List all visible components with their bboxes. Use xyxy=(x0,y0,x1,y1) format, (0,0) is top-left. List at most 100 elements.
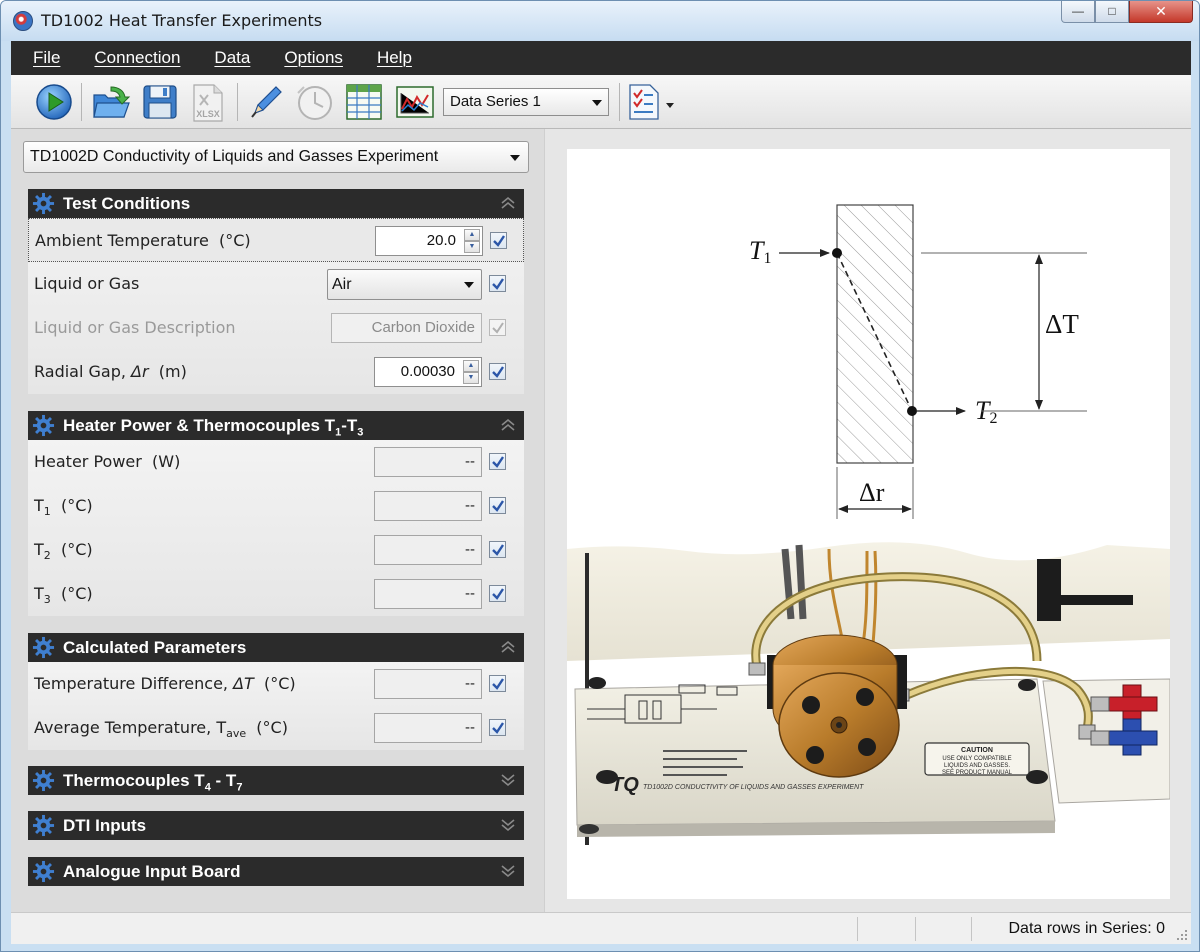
t3-row: T3 (°C) -- xyxy=(28,572,524,616)
menu-help[interactable]: Help xyxy=(356,48,425,68)
chevron-up-icon xyxy=(501,418,515,431)
radial-gap-checkbox[interactable] xyxy=(489,363,506,380)
graph-view-button[interactable] xyxy=(395,83,434,121)
table-view-button[interactable] xyxy=(345,83,383,121)
checkmark-icon xyxy=(492,500,504,512)
timer-button[interactable] xyxy=(294,83,332,121)
liquid-or-gas-checkbox[interactable] xyxy=(489,275,506,292)
section-thermocouples-4-7-header[interactable]: Thermocouples T4 - T7 xyxy=(28,766,524,795)
delta-t-label: ΔT xyxy=(1045,309,1079,339)
t3-checkbox[interactable] xyxy=(489,585,506,602)
resize-grip-icon[interactable] xyxy=(1175,928,1189,942)
temperature-difference-label: Temperature Difference, ΔT (°C) xyxy=(34,674,296,693)
toolbar: XLSX Data Series 1 xyxy=(11,75,1191,129)
tq-logo: TQ xyxy=(611,774,639,796)
chevron-up-icon xyxy=(501,196,515,209)
foot xyxy=(1018,679,1036,691)
maximize-button[interactable]: □ xyxy=(1095,1,1129,23)
toolbar-separator xyxy=(237,83,238,121)
average-temperature-label: Average Temperature, Tave (°C) xyxy=(34,718,288,741)
radial-gap-input[interactable]: 0.00030 ▲ ▼ xyxy=(374,357,482,387)
t2-checkbox[interactable] xyxy=(489,541,506,558)
ambient-temperature-checkbox[interactable] xyxy=(490,232,507,249)
gear-icon xyxy=(32,414,55,437)
menu-options[interactable]: Options xyxy=(263,48,356,68)
caution-title: CAUTION xyxy=(961,747,993,754)
t1-point xyxy=(832,248,842,258)
checklist-button[interactable] xyxy=(626,83,678,121)
apparatus-illustration: TQ TD1002D CONDUCTIVITY OF LIQUIDS AND G… xyxy=(567,542,1170,845)
open-button[interactable] xyxy=(91,83,131,121)
start-button[interactable] xyxy=(35,83,73,121)
delta-r-label: Δr xyxy=(859,478,885,507)
spin-down-icon[interactable]: ▼ xyxy=(464,241,480,253)
chevron-down-icon xyxy=(501,865,515,878)
section-title: Test Conditions xyxy=(63,194,191,213)
section-calculated-header[interactable]: Calculated Parameters xyxy=(28,633,524,662)
radial-gap-stepper[interactable]: ▲ ▼ xyxy=(463,360,479,384)
plate-label: TD1002D CONDUCTIVITY OF LIQUIDS AND GASS… xyxy=(643,784,864,791)
menu-data[interactable]: Data xyxy=(193,48,263,68)
section-test-conditions-header[interactable]: Test Conditions xyxy=(28,189,524,218)
chevron-down-icon xyxy=(510,155,520,161)
section-dti-inputs-header[interactable]: DTI Inputs xyxy=(28,811,524,840)
ambient-temperature-label: Ambient Temperature (°C) xyxy=(35,231,251,250)
liquid-or-gas-label: Liquid or Gas xyxy=(34,274,140,293)
liquid-or-gas-row: Liquid or Gas Air xyxy=(28,262,524,306)
average-temperature-checkbox[interactable] xyxy=(489,719,506,736)
t2-row: T2 (°C) -- xyxy=(28,528,524,572)
liquid-or-gas-select[interactable]: Air xyxy=(327,269,482,300)
data-series-select[interactable]: Data Series 1 xyxy=(443,88,609,116)
pencil-icon xyxy=(251,86,282,118)
gear-icon xyxy=(32,814,55,837)
bolt xyxy=(806,746,824,764)
ambient-temperature-stepper[interactable]: ▲ ▼ xyxy=(464,229,480,253)
checkmark-icon xyxy=(492,544,504,556)
save-button[interactable] xyxy=(141,83,179,121)
section-heater-header[interactable]: Heater Power & Thermocouples T1-T3 xyxy=(28,411,524,440)
t1-checkbox[interactable] xyxy=(489,497,506,514)
heater-power-readout: -- xyxy=(374,447,482,477)
checkmark-icon xyxy=(492,678,504,690)
save-icon xyxy=(143,85,177,119)
minimize-button[interactable]: — xyxy=(1061,1,1095,23)
section-test-conditions-body: Ambient Temperature (°C) 20.0 ▲ ▼ Liquid … xyxy=(28,218,524,394)
open-folder-icon xyxy=(93,86,131,118)
radial-gap-row: Radial Gap, Δr (m) 0.00030 ▲ ▼ xyxy=(28,350,524,394)
edit-button[interactable] xyxy=(247,83,285,121)
app-window: TD1002 Heat Transfer Experiments — □ ✕ F… xyxy=(0,0,1200,952)
temperature-difference-checkbox[interactable] xyxy=(489,675,506,692)
ambient-temperature-row: Ambient Temperature (°C) 20.0 ▲ ▼ xyxy=(28,218,524,262)
spin-up-icon[interactable]: ▲ xyxy=(463,360,479,372)
t2-readout: -- xyxy=(374,535,482,565)
t1-row: T1 (°C) -- xyxy=(28,484,524,528)
status-separator xyxy=(971,917,972,941)
xlsx-export-icon: XLSX xyxy=(193,84,223,122)
spin-up-icon[interactable]: ▲ xyxy=(464,229,480,241)
spin-down-icon[interactable]: ▼ xyxy=(463,372,479,384)
section-heater-body: Heater Power (W) -- T1 (°C) -- T2 (°C) -… xyxy=(28,440,524,616)
section-title: Calculated Parameters xyxy=(63,638,247,657)
chevron-down-icon xyxy=(592,100,602,106)
section-analogue-input-header[interactable]: Analogue Input Board xyxy=(28,857,524,886)
menu-connection[interactable]: Connection xyxy=(73,48,193,68)
ambient-temperature-input[interactable]: 20.0 ▲ ▼ xyxy=(375,226,483,256)
close-button[interactable]: ✕ xyxy=(1129,1,1193,23)
average-temperature-readout: -- xyxy=(374,713,482,743)
center-port-hole xyxy=(836,722,842,728)
menu-file[interactable]: File xyxy=(11,48,73,68)
chevron-down-icon xyxy=(464,282,474,288)
description-row: Liquid or Gas Description Carbon Dioxide xyxy=(28,306,524,350)
experiment-select[interactable]: TD1002D Conductivity of Liquids and Gass… xyxy=(23,141,529,173)
t3-readout: -- xyxy=(374,579,482,609)
export-xlsx-button[interactable]: XLSX xyxy=(189,83,227,122)
t2-label: T2 (°C) xyxy=(34,540,93,563)
bolt xyxy=(858,738,876,756)
heater-power-checkbox[interactable] xyxy=(489,453,506,470)
right-bracket xyxy=(1037,559,1061,621)
chart-icon xyxy=(396,86,434,118)
caution-line: USE ONLY COMPATIBLE xyxy=(942,756,1011,762)
section-title: Thermocouples T4 - T7 xyxy=(63,771,243,794)
left-panel: TD1002D Conductivity of Liquids and Gass… xyxy=(11,129,544,912)
window-title: TD1002 Heat Transfer Experiments xyxy=(41,11,323,30)
